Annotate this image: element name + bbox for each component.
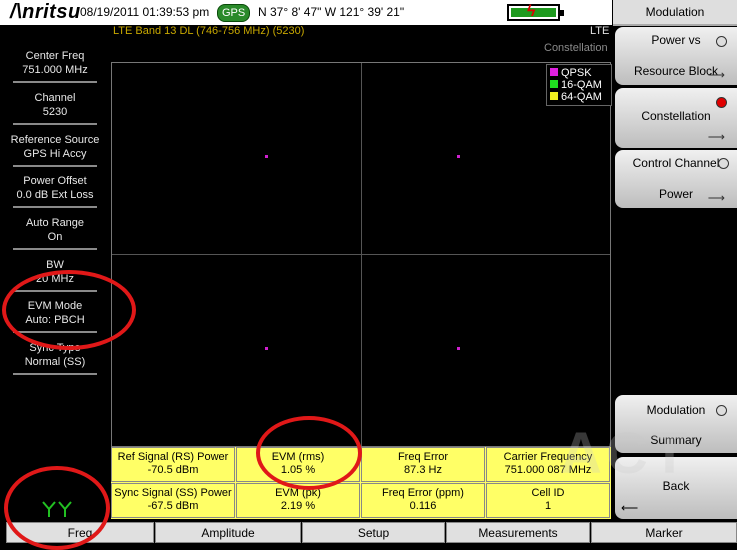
gps-coordinates: N 37° 8' 47" W 121° 39' 21" [258, 5, 405, 19]
tab-amplitude[interactable]: Amplitude [155, 522, 301, 543]
radio-selected-icon [716, 97, 727, 108]
gps-badge: GPS [217, 4, 251, 22]
param-label: Reference Source [10, 134, 100, 146]
param-reference-source[interactable]: Reference Source GPS Hi Accy [0, 133, 110, 167]
param-value: 0.0 dB Ext Loss [16, 189, 94, 201]
datetime: 08/19/2011 01:39:53 pm [80, 5, 210, 19]
param-channel[interactable]: Channel 5230 [0, 91, 110, 125]
result-cell: Ref Signal (RS) Power -70.5 dBm [111, 447, 235, 482]
constellation-key[interactable]: Constellation ⟶ [615, 88, 737, 148]
param-label: Center Freq [25, 50, 85, 62]
tab-marker[interactable]: Marker [591, 522, 737, 543]
highlight-circle [4, 466, 110, 550]
param-power-offset[interactable]: Power Offset 0.0 dB Ext Loss [0, 174, 110, 208]
result-cell: Freq Error (ppm) 0.116 [361, 483, 485, 518]
highlight-circle [2, 270, 136, 350]
param-label: Auto Range [25, 217, 85, 229]
control-channel-power-key[interactable]: Control Channel Power ⟶ [615, 150, 737, 208]
back-arrow-icon: ⟵ [621, 501, 639, 515]
radio-icon [716, 36, 727, 47]
menu-title: Modulation [613, 0, 737, 26]
constellation-point [457, 347, 460, 350]
brand-logo: /\nritsu [10, 1, 81, 23]
power-vs-resource-block-key[interactable]: Power vs Resource Block ⟶ [615, 27, 737, 85]
param-value: GPS Hi Accy [23, 148, 87, 160]
param-value: On [47, 231, 63, 243]
result-cell: Freq Error 87.3 Hz [361, 447, 485, 482]
band-info: LTE Band 13 DL (746-756 MHz) (5230) [113, 25, 305, 37]
param-value: 5230 [42, 106, 68, 118]
legend-item: QPSK [550, 67, 592, 79]
legend-item: 64-QAM [550, 91, 602, 103]
constellation-plot [111, 62, 611, 447]
param-value: 751.000 MHz [22, 64, 88, 76]
param-auto-range[interactable]: Auto Range On [0, 216, 110, 250]
legend: QPSK 16-QAM 64-QAM [546, 64, 612, 106]
arrow-icon: ⟶ [707, 191, 725, 205]
tab-measurements[interactable]: Measurements [446, 522, 590, 543]
radio-icon [716, 405, 727, 416]
arrow-icon: ⟶ [707, 68, 725, 82]
param-value: Normal (SS) [24, 356, 86, 368]
battery-icon: ϟ [507, 3, 564, 21]
view-label: Constellation [544, 42, 608, 54]
arrow-icon: ⟶ [707, 130, 725, 144]
result-cell: Cell ID 1 [486, 483, 610, 518]
result-cell: Sync Signal (SS) Power -67.5 dBm [111, 483, 235, 518]
tab-setup[interactable]: Setup [302, 522, 445, 543]
param-label: Power Offset [23, 175, 87, 187]
watermark: ACT [560, 421, 692, 486]
constellation-point [265, 347, 268, 350]
param-label: Channel [34, 92, 76, 104]
legend-item: 16-QAM [550, 79, 602, 91]
radio-icon [718, 158, 729, 169]
constellation-point [265, 155, 268, 158]
param-center-freq[interactable]: Center Freq 751.000 MHz [0, 49, 110, 83]
mode-label: LTE [590, 25, 610, 37]
highlight-circle [256, 416, 362, 490]
constellation-point [457, 155, 460, 158]
